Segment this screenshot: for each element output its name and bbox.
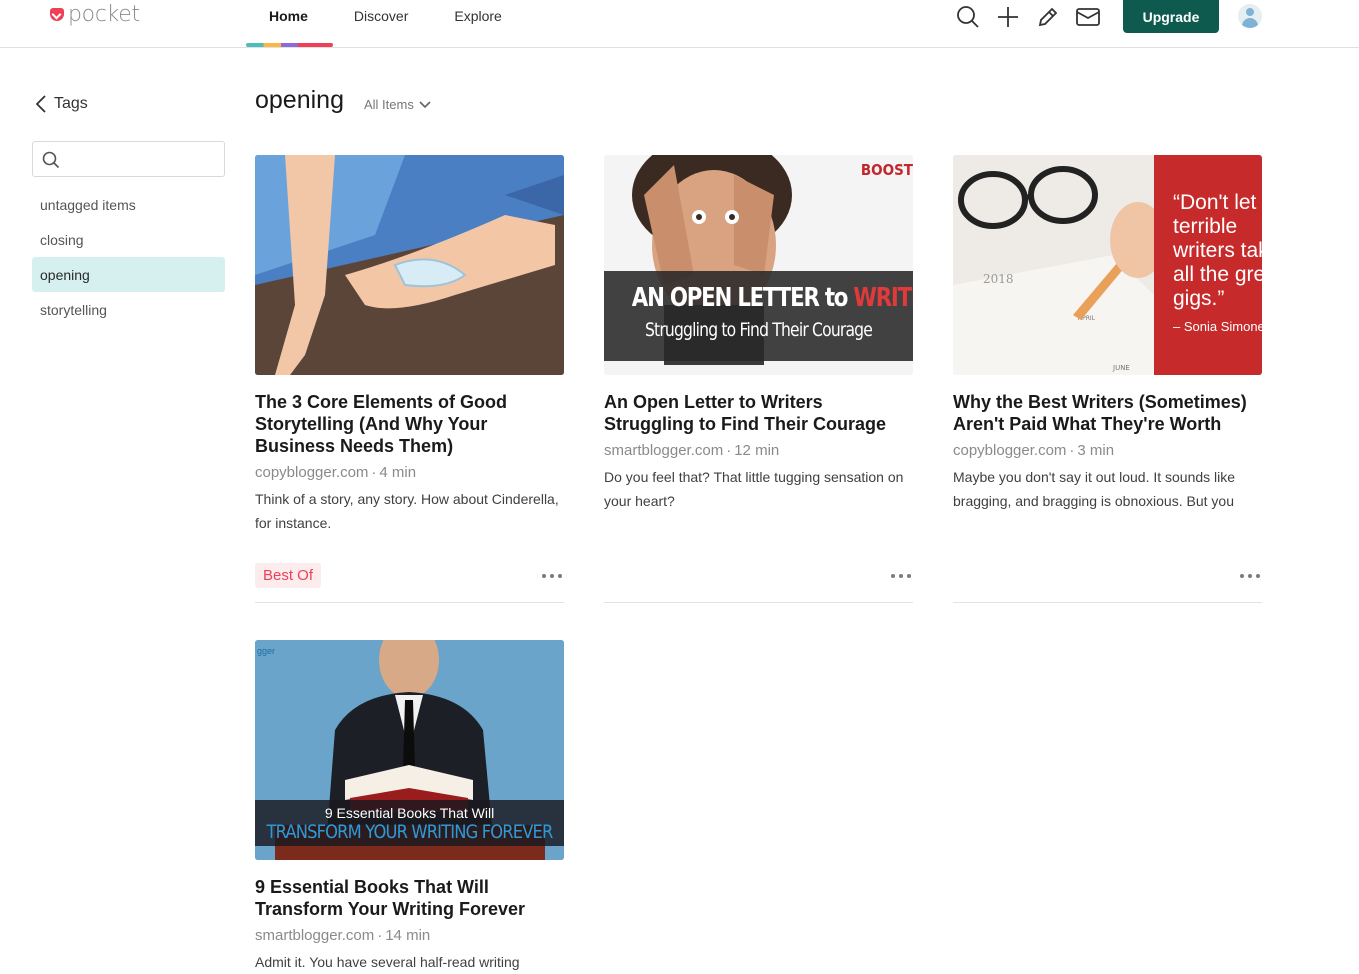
article-title[interactable]: 9 Essential Books That Will Transform Yo… [255,876,564,920]
tag-search-input[interactable] [63,146,218,172]
toolbar-actions [955,0,1101,34]
article-excerpt: Think of a story, any story. How about C… [255,491,559,531]
article-read-time: 14 min [385,927,431,944]
article-thumbnail[interactable]: gger 9 Essential Books That Will TRANSFO… [255,640,564,860]
chevron-down-icon [419,100,431,108]
article-card[interactable]: 2018 APRIL JUNE “Don't let terrible writ… [953,155,1262,603]
quote-panel: “Don't let terrible writers take all the… [1173,191,1262,334]
article-title[interactable]: An Open Letter to Writers Struggling to … [604,391,913,435]
article-thumbnail[interactable]: 2018 APRIL JUNE “Don't let terrible writ… [953,155,1262,375]
article-excerpt: Maybe you don't say it out loud. It soun… [953,469,1236,509]
filter-dropdown[interactable]: All Items [364,97,431,112]
image-banner: 9 Essential Books That Will TRANSFORM YO… [255,800,564,846]
search-icon[interactable] [955,4,981,30]
active-nav-indicator [246,43,333,47]
pocket-logo-icon [50,8,64,21]
mail-icon[interactable] [1075,4,1101,30]
article-read-time: 12 min [734,442,780,459]
tag-list: untagged items closing opening storytell… [32,187,225,327]
main-nav: Home Discover Explore [246,0,525,48]
calendar-year: 2018 [983,272,1014,286]
article-card[interactable]: gger 9 Essential Books That Will TRANSFO… [255,640,564,974]
article-meta: smartblogger.com · 14 min [255,927,431,944]
article-meta: copyblogger.com · 3 min [953,442,1115,459]
article-title[interactable]: The 3 Core Elements of Good Storytelling… [255,391,564,457]
article-domain[interactable]: copyblogger.com [953,442,1066,459]
top-bar: pocket Home Discover Explore Upgrade [0,0,1359,48]
back-to-tags[interactable]: Tags [36,95,88,113]
cinderella-illustration [255,155,564,375]
image-banner: AN OPEN LETTER to WRITERS Struggling to … [604,271,913,361]
article-meta: copyblogger.com · 4 min [255,464,417,481]
article-thumbnail[interactable] [255,155,564,375]
article-excerpt: Do you feel that? That little tugging se… [604,469,904,509]
calendar-month-june: JUNE [1112,364,1130,372]
chevron-left-icon [36,95,46,113]
avatar[interactable] [1238,4,1262,28]
article-domain[interactable]: smartblogger.com [255,927,374,944]
banner-line-1: 9 Essential Books That Will [324,805,495,821]
back-label: Tags [54,95,88,112]
article-title[interactable]: Why the Best Writers (Sometimes) Aren't … [953,391,1262,435]
article-card[interactable]: BOOST AN OPEN LETTER to WRITERS Struggli… [604,155,913,603]
article-read-time: 4 min [379,464,417,481]
tag-item-closing[interactable]: closing [32,222,225,257]
banner-line-2: Struggling to Find Their Courage [644,319,873,341]
add-icon[interactable] [995,4,1021,30]
edit-pencil-icon[interactable] [1035,4,1061,30]
article-card[interactable]: The 3 Core Elements of Good Storytelling… [255,155,564,603]
tag-item-opening[interactable]: opening [32,257,225,292]
upgrade-button[interactable]: Upgrade [1123,0,1219,33]
search-icon [42,151,60,169]
article-domain[interactable]: smartblogger.com [604,442,723,459]
tag-search-box[interactable] [32,141,225,177]
more-options-icon[interactable] [1240,572,1260,580]
more-options-icon[interactable] [542,572,562,580]
tag-badge[interactable]: Best Of [255,563,322,588]
corner-text: gger [257,646,276,656]
quote-attribution: – Sonia Simone [1173,319,1262,334]
nav-explore[interactable]: Explore [431,0,524,40]
page-title: opening [255,86,344,114]
tag-item-untagged[interactable]: untagged items [32,187,225,222]
article-thumbnail[interactable]: BOOST AN OPEN LETTER to WRITERS Struggli… [604,155,913,375]
more-options-icon[interactable] [891,572,911,580]
pocket-logo[interactable]: pocket [50,2,140,27]
banner-line-1: AN OPEN LETTER to WRITERS [631,283,913,313]
article-domain[interactable]: copyblogger.com [255,464,368,481]
boost-corner-text: BOOST [860,161,913,179]
nav-home[interactable]: Home [246,0,331,40]
article-read-time: 3 min [1077,442,1115,459]
logo-text: pocket [68,2,140,27]
card-footer [604,563,913,603]
card-footer: Best Of [255,563,564,603]
banner-line-2: TRANSFORM YOUR WRITING FOREVER [266,821,553,843]
article-excerpt: Admit it. You have several half-read wri… [255,954,520,970]
article-meta: smartblogger.com · 12 min [604,442,780,459]
tag-item-storytelling[interactable]: storytelling [32,292,225,327]
nav-discover[interactable]: Discover [331,0,431,40]
quote-text: “Don't let terrible writers take all the… [1173,191,1262,310]
filter-label: All Items [364,97,414,112]
card-footer [953,563,1262,603]
